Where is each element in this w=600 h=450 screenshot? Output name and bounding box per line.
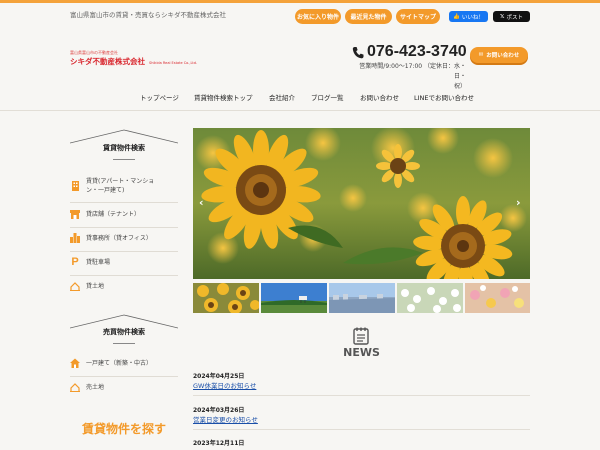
site-logo[interactable]: 富山県富山市の不動産会社 シキダ不動産株式会社 Shikida Real Est… [70,50,197,66]
parking-icon: P [71,256,79,268]
contact-button-label: お問い合わせ [486,53,520,59]
heading-underline [113,159,135,160]
sidebar-divider [70,251,178,252]
phone-icon [352,46,364,58]
nav-item-contact[interactable]: お問い合わせ [360,92,399,102]
sidebar-item-label: 売土地 [86,383,105,391]
slider-thumbnail[interactable] [261,283,327,313]
news-date: 2024年04月25日 [193,373,245,380]
office-icon [70,233,80,243]
house-icon [70,358,80,368]
news-link[interactable]: GW休業日のお知らせ [193,380,256,390]
sidebar-item-rental-office[interactable]: 貸事務所（貸オフィス） [70,233,178,243]
shop-icon [70,209,80,219]
slider-prev-arrow[interactable]: ‹ [199,196,204,209]
sidebar-divider [70,202,178,203]
contact-button[interactable]: ✉ お問い合わせ [470,47,528,63]
nav-item-top[interactable]: トップページ [140,92,179,102]
phone-number[interactable]: 076-423-3740 [352,43,467,61]
facebook-like-button[interactable]: 👍 いいね！ [449,11,488,22]
x-post-label: ポスト [506,14,523,21]
slider-thumbnail[interactable] [329,283,395,313]
land-icon [70,382,80,392]
site-tagline: 富山県富山市の賃貸・売買ならシキダ不動産株式会社 [70,11,226,19]
rental-search-title: 賃貸物件を探す [81,422,166,436]
recently-viewed-button[interactable]: 最近見た物件 [345,9,392,24]
slider-thumbnail[interactable] [193,283,259,313]
slider-thumbnail[interactable] [465,283,530,313]
rental-search-heading: 賃貸物件検索 [103,144,145,152]
sidebar-item-label: 一戸建て（新築・中古） [86,359,153,367]
section-roof-divider [70,129,178,144]
sidebar-item-label: 貸駐車場 [86,258,111,266]
facebook-like-label: いいね！ [461,14,484,21]
news-divider [193,429,530,430]
x-logo-icon: 𝕏 [500,13,505,20]
sidebar-item-sale-land[interactable]: 売土地 [70,382,178,392]
slider-next-arrow[interactable]: › [516,196,521,209]
newspaper-icon [353,327,369,345]
thumbs-up-icon: 👍 [453,13,460,20]
building-icon [70,181,80,191]
sidebar-divider [70,376,178,377]
business-hours-line1: 営業時間/9:00～17:00 （定休日：水・日・ [359,63,466,80]
sitemap-button[interactable]: サイトマップ [396,9,440,24]
nav-item-line-contact[interactable]: LINEでお問い合わせ [414,92,474,102]
x-post-button[interactable]: 𝕏 ポスト [493,11,530,22]
sidebar-item-label: 賃貸(アパート・マンション・一戸建て) [86,178,155,194]
sidebar-item-rental-land[interactable]: 貸土地 [70,281,178,291]
sale-search-heading: 売買物件検索 [103,328,145,336]
sidebar-item-rental-parking[interactable]: P 貸駐車場 [70,256,178,268]
nav-item-company[interactable]: 会社紹介 [269,92,295,102]
land-icon [70,281,80,291]
top-accent-line [0,0,600,3]
news-date: 2023年12月11日 [193,440,245,447]
mail-icon: ✉ [478,52,484,58]
logo-name: シキダ不動産株式会社 [70,57,145,66]
nav-item-rental-search[interactable]: 賃貸物件検索トップ [194,92,253,102]
heading-underline [113,343,135,344]
sidebar-item-label: 貸事務所（貸オフィス） [86,234,152,242]
sidebar-item-label: 貸土地 [86,282,105,290]
sidebar-item-label: 貸店舗（テナント） [86,210,141,218]
hero-slider-image [193,128,530,279]
news-link[interactable]: 営業日変更のお知らせ [193,414,258,424]
sidebar-item-rental-housing[interactable]: 賃貸(アパート・マンション・一戸建て) [70,177,178,195]
sidebar-item-sale-house[interactable]: 一戸建て（新築・中古） [70,358,178,368]
nav-item-blog[interactable]: ブログ一覧 [311,92,344,102]
sidebar-divider [70,275,178,276]
slider-thumbnail[interactable] [397,283,463,313]
sidebar-divider [70,227,178,228]
nav-divider [0,110,600,111]
logo-english-name: Shikida Real Estate Co.,Ltd. [149,61,198,65]
news-date: 2024年03月26日 [193,407,245,414]
favorites-button[interactable]: お気に入り物件 [295,9,341,24]
main-navigation: トップページ 賃貸物件検索トップ 会社紹介 ブログ一覧 お問い合わせ LINEで… [0,86,600,110]
news-heading: NEWS [343,346,380,359]
news-divider [193,395,530,396]
phone-number-text: 076-423-3740 [367,43,467,60]
sidebar-item-rental-shop[interactable]: 貸店舗（テナント） [70,209,178,219]
